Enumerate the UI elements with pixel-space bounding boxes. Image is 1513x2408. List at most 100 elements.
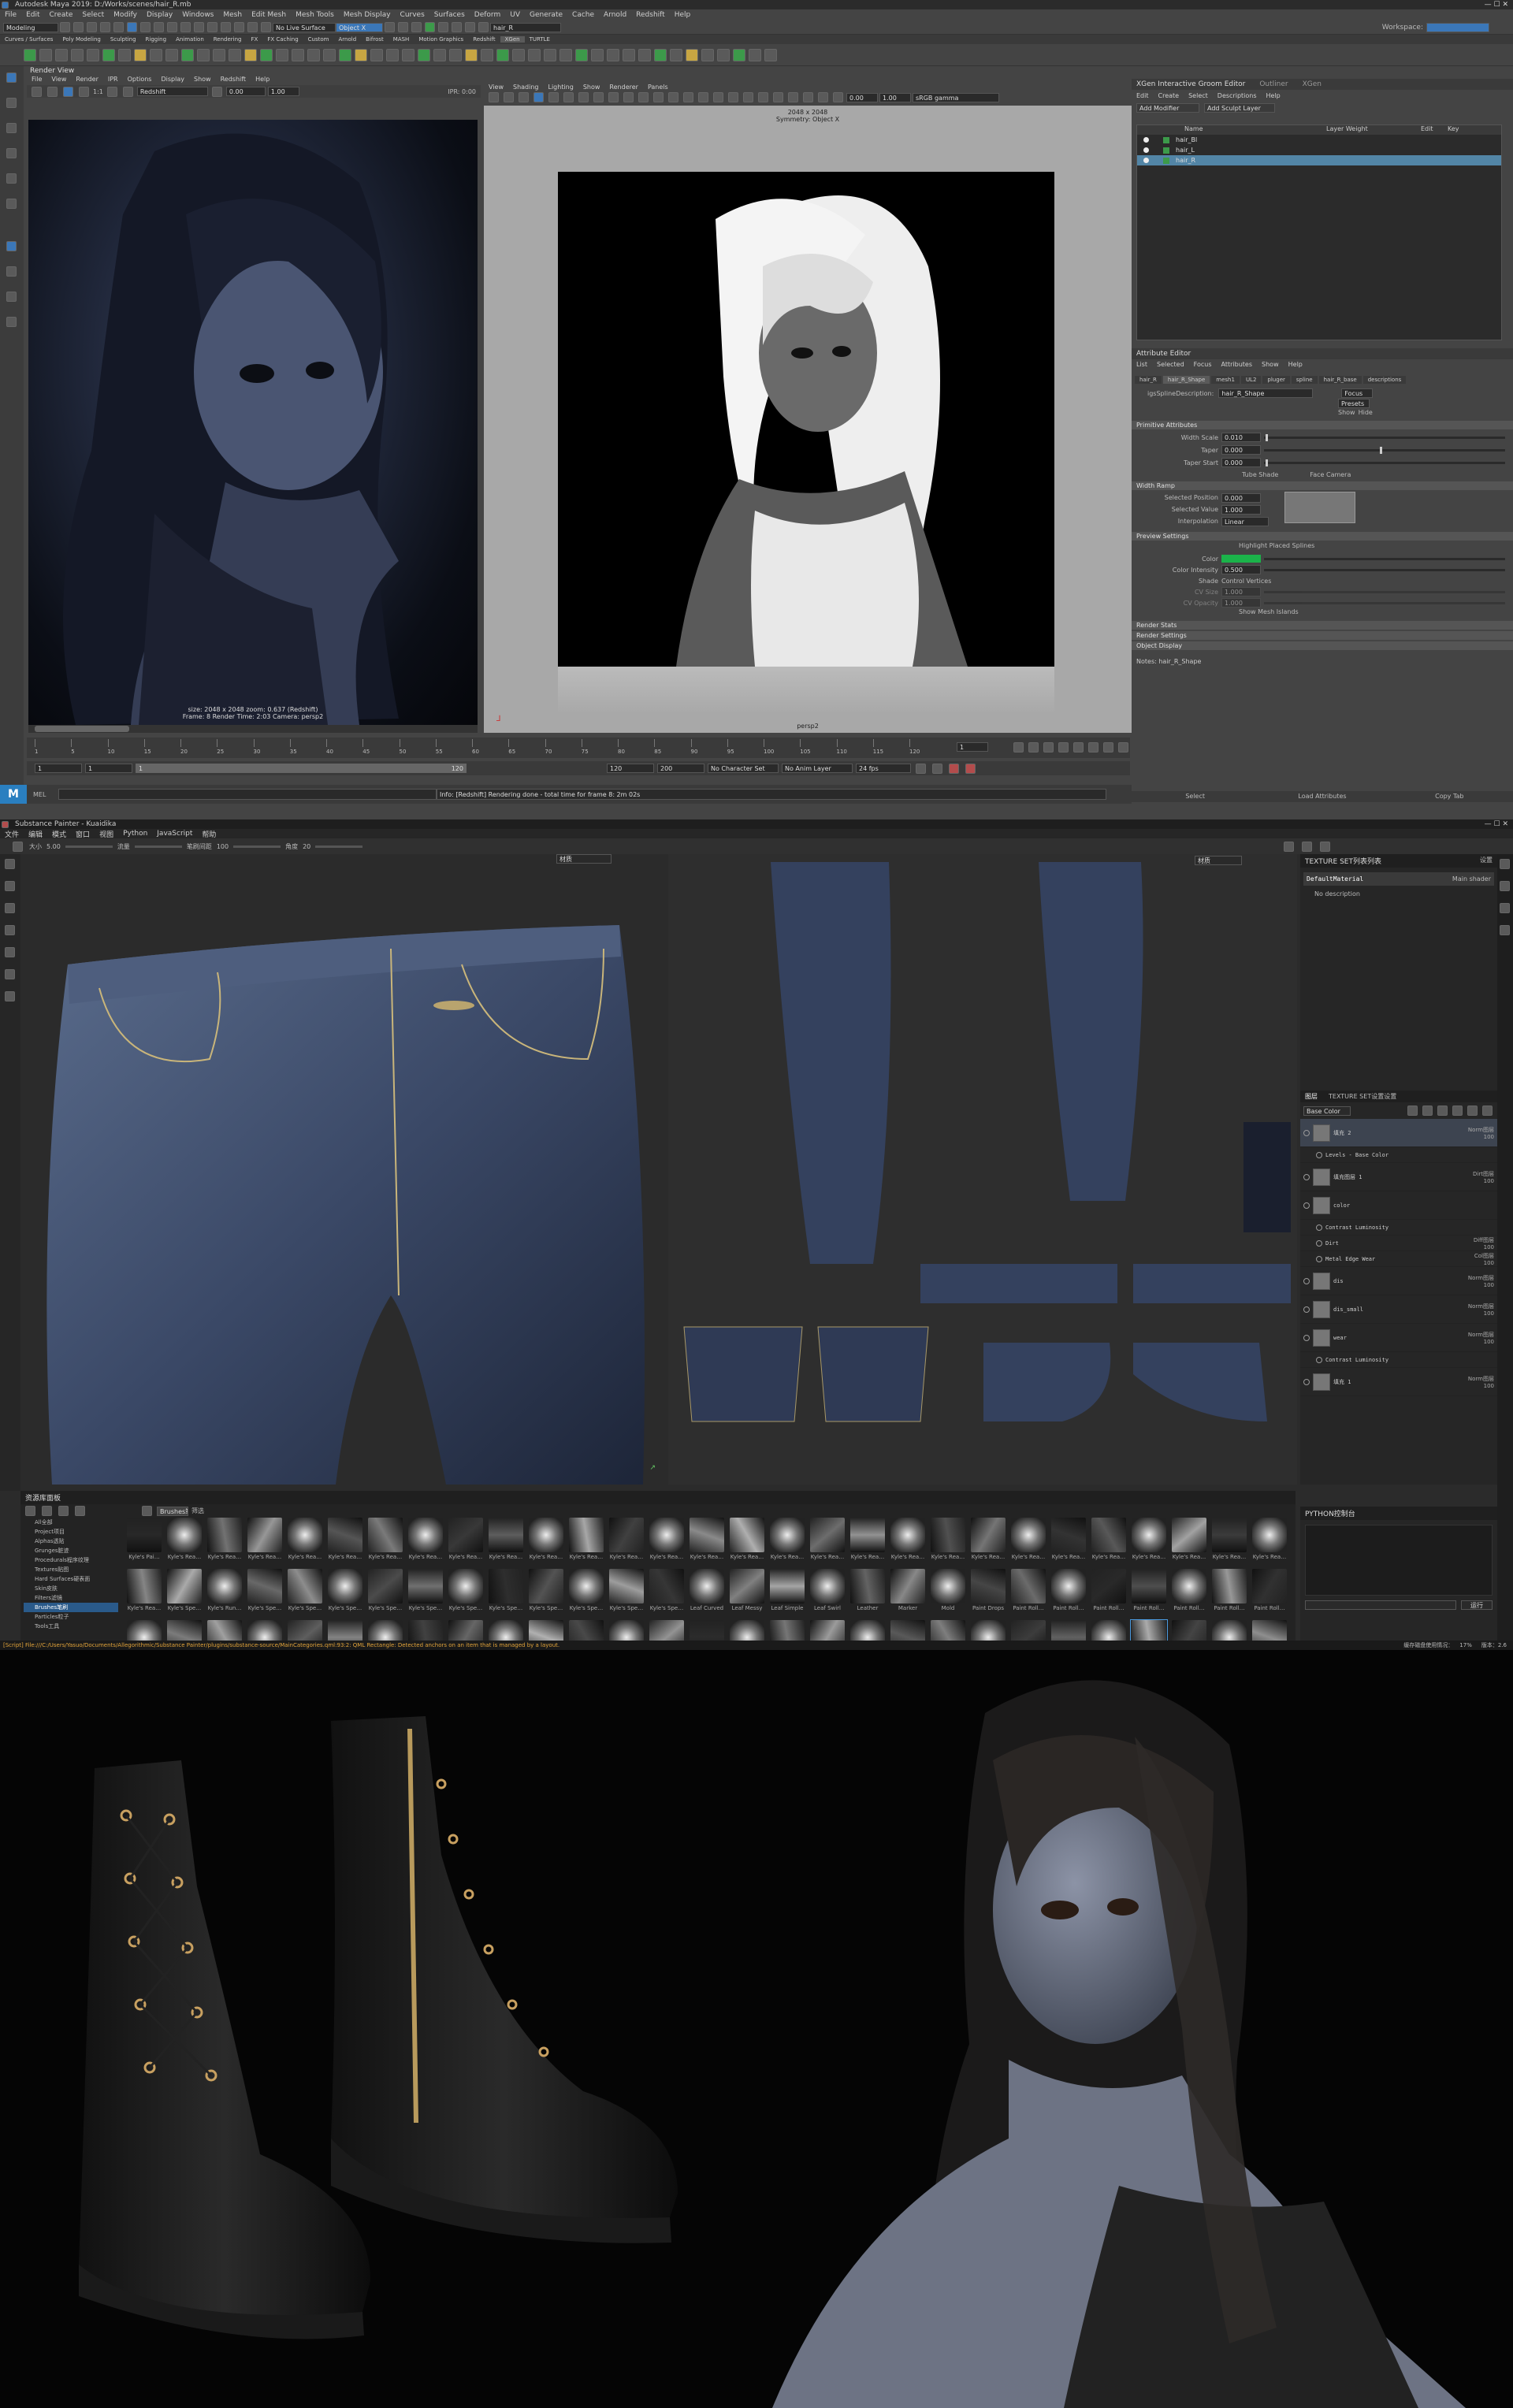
attr-tab[interactable]: hair_R_Shape xyxy=(1162,376,1210,384)
shelf-tool-icon[interactable] xyxy=(591,48,604,61)
shelf-tool-icon[interactable] xyxy=(465,48,478,61)
menu-help[interactable]: Help xyxy=(670,11,696,19)
attr-tab[interactable]: hair_R xyxy=(1135,376,1162,384)
shelf-tool-icon[interactable] xyxy=(496,48,509,61)
layer-blend[interactable]: Dirt图层 xyxy=(1473,1170,1494,1178)
shelf-tab[interactable]: Animation xyxy=(171,36,209,43)
layer-opacity[interactable]: 100 xyxy=(1484,1178,1494,1184)
tool-stroke-value[interactable]: 100 xyxy=(217,843,229,850)
brush-item[interactable]: Leaf Messy xyxy=(729,1569,765,1616)
current-frame-field[interactable]: 1 xyxy=(957,742,988,752)
pause-icon[interactable] xyxy=(1284,841,1294,852)
shelf-tool-icon[interactable] xyxy=(717,48,730,61)
add-mask-icon[interactable] xyxy=(1407,1106,1418,1116)
brush-item[interactable]: Leather xyxy=(849,1569,886,1616)
brush-item[interactable]: Kyle's Spe… xyxy=(488,1569,524,1616)
range-inner-start-field[interactable]: 1 xyxy=(85,764,132,773)
visibility-icon[interactable] xyxy=(1143,158,1149,163)
brush-item[interactable]: Kyle's Rea… xyxy=(649,1518,685,1565)
panel-menu-item[interactable]: Shading xyxy=(508,84,544,91)
layer-row[interactable]: Contrast Luminosity xyxy=(1300,1220,1497,1236)
workspace-dropdown[interactable] xyxy=(1426,22,1489,32)
shelf-tool-icon[interactable] xyxy=(292,48,304,61)
shelf-category[interactable]: Project项目 xyxy=(24,1527,118,1537)
shelf-tool-icon[interactable] xyxy=(402,48,414,61)
camera-icon[interactable] xyxy=(1302,841,1312,852)
panel-menu-item[interactable]: Focus xyxy=(1189,361,1217,368)
layout-two-icon[interactable] xyxy=(6,292,17,302)
shelf-tool-icon[interactable] xyxy=(607,48,619,61)
shelf-tool-icon[interactable] xyxy=(55,48,68,61)
eye-icon[interactable] xyxy=(1316,1239,1322,1247)
rotate-icon[interactable] xyxy=(6,173,17,184)
shelf-tool-icon[interactable] xyxy=(24,48,36,61)
brush-item[interactable]: Kyle's Spe… xyxy=(568,1569,604,1616)
eye-icon[interactable] xyxy=(1316,1356,1322,1363)
menu-arnold[interactable]: Arnold xyxy=(599,11,631,19)
blend-channel-dropdown[interactable]: Base Color xyxy=(1303,1106,1351,1116)
focus-button[interactable]: Focus xyxy=(1341,388,1374,398)
brush-item[interactable]: Kyle's Rea… xyxy=(206,1518,243,1565)
layer-opacity[interactable]: 100 xyxy=(1484,1282,1494,1288)
anim-layer-dropdown[interactable]: No Anim Layer xyxy=(782,764,853,773)
projection-tool-icon[interactable] xyxy=(5,903,15,913)
shelf-tool-icon[interactable] xyxy=(654,48,667,61)
brush-item[interactable]: Kyle's Rea… xyxy=(729,1518,765,1565)
brush-item[interactable]: Kyle's Rea… xyxy=(1010,1518,1046,1565)
texture-set-settings-button[interactable]: 设置 xyxy=(1480,856,1493,866)
paint-select-icon[interactable] xyxy=(6,123,17,133)
panel-menu-item[interactable]: Render xyxy=(71,76,102,83)
section-preview-settings[interactable]: Preview Settings xyxy=(1132,532,1513,541)
shelf-tool-icon[interactable] xyxy=(686,48,698,61)
sp-2d-uv-view[interactable]: 材质 xyxy=(668,854,1297,1485)
render-exposure-field[interactable]: 0.00 xyxy=(225,87,266,96)
highlight-checkbox[interactable]: Highlight Placed Splines xyxy=(1139,542,1505,553)
panel-menu-item[interactable]: Create xyxy=(1154,92,1184,99)
brush-item[interactable]: Kyle's Spe… xyxy=(327,1569,363,1616)
layer-blend[interactable]: Norm图层 xyxy=(1468,1302,1494,1310)
layer-row[interactable]: 填充 1 Norm图层 100 xyxy=(1300,1368,1497,1396)
fps-dropdown[interactable]: 24 fps xyxy=(856,764,911,773)
shelf-tool-icon[interactable] xyxy=(307,48,320,61)
shelf-tab[interactable]: Rigging xyxy=(141,36,172,43)
panel-menu-item[interactable]: Attributes xyxy=(1217,361,1258,368)
menu-mesh-display[interactable]: Mesh Display xyxy=(339,11,396,19)
brush-item[interactable]: Kyle's Rea… xyxy=(1050,1518,1087,1565)
sp-3d-viewport[interactable]: 材质 ↗ xyxy=(20,854,665,1485)
brush-item[interactable]: Kyle's Rea… xyxy=(327,1518,363,1565)
eraser-tool-icon[interactable] xyxy=(5,881,15,891)
shelf-tool-icon[interactable] xyxy=(481,48,493,61)
shelf-category[interactable]: Textures贴图 xyxy=(24,1565,118,1574)
add-sculpt-layer-button[interactable]: Add Sculpt Layer xyxy=(1204,103,1275,113)
shelf-tool-icon[interactable] xyxy=(386,48,399,61)
shelf-tool-icon[interactable] xyxy=(528,48,541,61)
copy-tab-button[interactable]: Copy Tab xyxy=(1386,791,1513,802)
shelf-tool-icon[interactable] xyxy=(433,48,446,61)
panel-menu-item[interactable]: View xyxy=(484,84,508,91)
mel-label[interactable]: MEL xyxy=(27,791,58,798)
properties-dock-icon[interactable] xyxy=(1500,881,1510,891)
panel-menu-item[interactable]: List xyxy=(1132,361,1152,368)
shelf-category[interactable]: All全部 xyxy=(24,1518,118,1527)
shelf-tool-icon[interactable] xyxy=(733,48,745,61)
layer-blend[interactable]: Norm图层 xyxy=(1468,1126,1494,1134)
eye-icon[interactable] xyxy=(1303,1334,1310,1341)
selected-position-field[interactable]: 0.000 xyxy=(1221,492,1261,503)
shelf-tool-icon[interactable] xyxy=(213,48,225,61)
layer-tab[interactable]: TEXTURE SET设置设置 xyxy=(1329,1092,1396,1101)
renderer-dropdown[interactable]: Redshift xyxy=(136,87,208,96)
range-bar[interactable]: 1 120 xyxy=(136,764,467,773)
shelf-tool-icon[interactable] xyxy=(749,48,761,61)
layout-outliner-icon[interactable] xyxy=(6,317,17,327)
uv-channel-dropdown[interactable]: 材质 xyxy=(1195,856,1242,865)
brush-item[interactable]: Paint Roll… xyxy=(1050,1569,1087,1616)
attr-tab[interactable]: pluger xyxy=(1262,376,1290,384)
brush-item[interactable]: Leaf Swirl xyxy=(809,1569,846,1616)
brush-item[interactable]: Kyle's Rea… xyxy=(1171,1518,1207,1565)
width-scale-field[interactable]: 0.010 xyxy=(1221,433,1261,442)
taper-field[interactable]: 0.000 xyxy=(1221,445,1261,455)
screenshot-icon[interactable] xyxy=(1320,841,1330,852)
brush-item[interactable]: Kyle's Rea… xyxy=(247,1518,283,1565)
layer-row[interactable]: Contrast Luminosity xyxy=(1300,1352,1497,1368)
taper-start-slider[interactable] xyxy=(1264,459,1505,466)
